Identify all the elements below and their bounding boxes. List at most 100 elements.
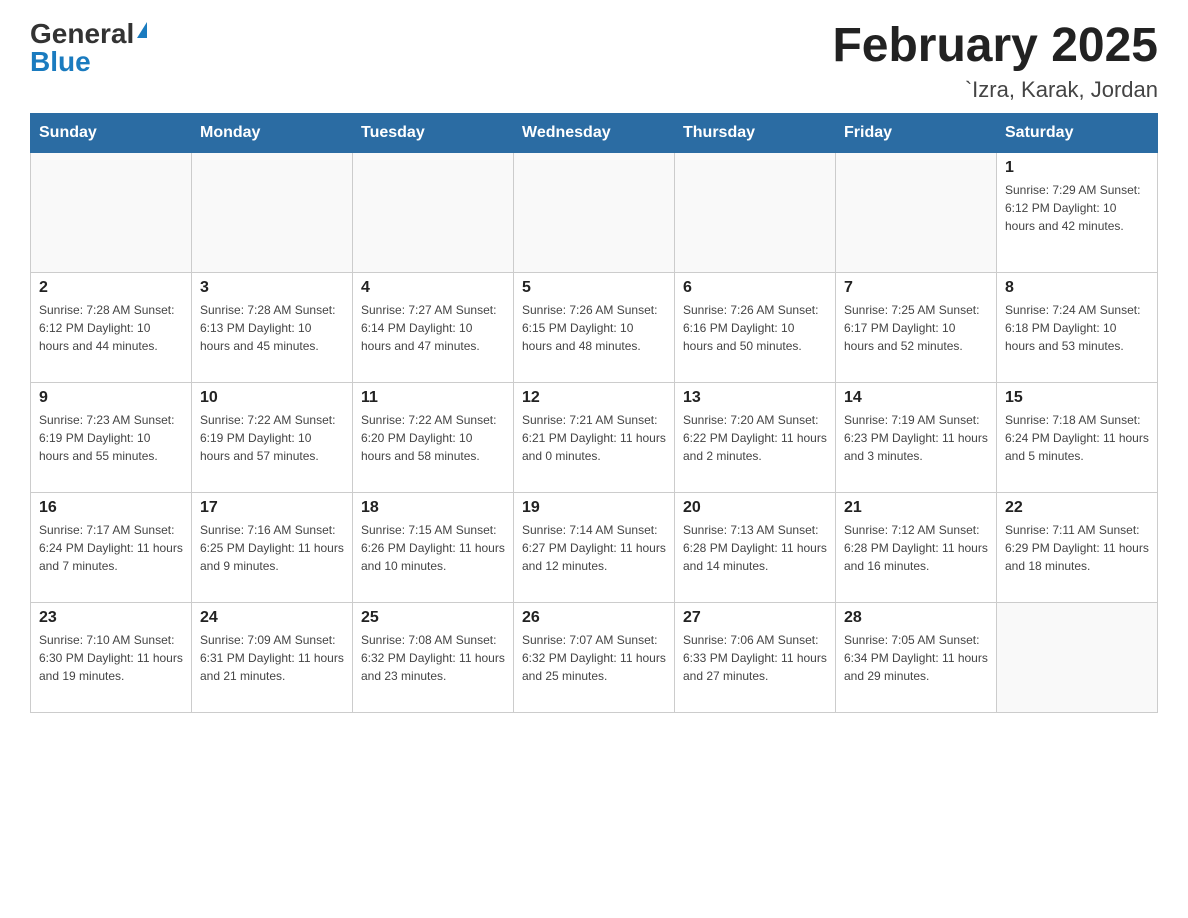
day-info: Sunrise: 7:23 AM Sunset: 6:19 PM Dayligh… xyxy=(39,411,183,465)
day-number: 8 xyxy=(1005,279,1149,297)
day-info: Sunrise: 7:10 AM Sunset: 6:30 PM Dayligh… xyxy=(39,631,183,685)
calendar-week-1: 1 Sunrise: 7:29 AM Sunset: 6:12 PM Daylig… xyxy=(31,152,1158,272)
day-info: Sunrise: 7:06 AM Sunset: 6:33 PM Dayligh… xyxy=(683,631,827,685)
calendar-cell: 24 Sunrise: 7:09 AM Sunset: 6:31 PM Dayli… xyxy=(192,602,353,712)
day-number: 27 xyxy=(683,609,827,627)
day-number: 28 xyxy=(844,609,988,627)
calendar-cell: 18 Sunrise: 7:15 AM Sunset: 6:26 PM Dayli… xyxy=(353,492,514,602)
day-info: Sunrise: 7:28 AM Sunset: 6:12 PM Dayligh… xyxy=(39,301,183,355)
day-number: 22 xyxy=(1005,499,1149,517)
day-number: 10 xyxy=(200,389,344,407)
day-info: Sunrise: 7:12 AM Sunset: 6:28 PM Dayligh… xyxy=(844,521,988,575)
calendar-cell: 12Sunrise: 7:21 AM Sunset: 6:21 PM Dayli… xyxy=(514,382,675,492)
day-number: 25 xyxy=(361,609,505,627)
calendar-cell: 25 Sunrise: 7:08 AM Sunset: 6:32 PM Dayli… xyxy=(353,602,514,712)
calendar-cell: 2 Sunrise: 7:28 AM Sunset: 6:12 PM Daylig… xyxy=(31,272,192,382)
day-info: Sunrise: 7:22 AM Sunset: 6:20 PM Dayligh… xyxy=(361,411,505,465)
logo: General Blue xyxy=(30,20,147,76)
calendar-cell: 17 Sunrise: 7:16 AM Sunset: 6:25 PM Dayli… xyxy=(192,492,353,602)
day-number: 18 xyxy=(361,499,505,517)
calendar-cell: 6 Sunrise: 7:26 AM Sunset: 6:16 PM Daylig… xyxy=(675,272,836,382)
day-number: 9 xyxy=(39,389,183,407)
day-info: Sunrise: 7:13 AM Sunset: 6:28 PM Dayligh… xyxy=(683,521,827,575)
day-info: Sunrise: 7:22 AM Sunset: 6:19 PM Dayligh… xyxy=(200,411,344,465)
calendar-cell: 19Sunrise: 7:14 AM Sunset: 6:27 PM Dayli… xyxy=(514,492,675,602)
calendar-cell xyxy=(675,152,836,272)
calendar-cell: 5Sunrise: 7:26 AM Sunset: 6:15 PM Daylig… xyxy=(514,272,675,382)
day-number: 19 xyxy=(522,499,666,517)
calendar-week-5: 23 Sunrise: 7:10 AM Sunset: 6:30 PM Dayli… xyxy=(31,602,1158,712)
calendar-cell: 28 Sunrise: 7:05 AM Sunset: 6:34 PM Dayli… xyxy=(836,602,997,712)
day-number: 1 xyxy=(1005,159,1149,177)
logo-triangle-icon xyxy=(137,22,147,38)
day-number: 20 xyxy=(683,499,827,517)
page-header: General Blue February 2025 `Izra, Karak,… xyxy=(30,20,1158,103)
day-number: 6 xyxy=(683,279,827,297)
location-title: `Izra, Karak, Jordan xyxy=(832,77,1158,103)
calendar-cell: 10 Sunrise: 7:22 AM Sunset: 6:19 PM Dayli… xyxy=(192,382,353,492)
day-info: Sunrise: 7:26 AM Sunset: 6:15 PM Dayligh… xyxy=(522,301,666,355)
month-title: February 2025 xyxy=(832,20,1158,73)
calendar-cell: 27 Sunrise: 7:06 AM Sunset: 6:33 PM Dayli… xyxy=(675,602,836,712)
day-info: Sunrise: 7:09 AM Sunset: 6:31 PM Dayligh… xyxy=(200,631,344,685)
calendar-cell: 9 Sunrise: 7:23 AM Sunset: 6:19 PM Daylig… xyxy=(31,382,192,492)
day-info: Sunrise: 7:16 AM Sunset: 6:25 PM Dayligh… xyxy=(200,521,344,575)
calendar-week-2: 2 Sunrise: 7:28 AM Sunset: 6:12 PM Daylig… xyxy=(31,272,1158,382)
calendar-cell: 3 Sunrise: 7:28 AM Sunset: 6:13 PM Daylig… xyxy=(192,272,353,382)
calendar-cell: 1 Sunrise: 7:29 AM Sunset: 6:12 PM Daylig… xyxy=(997,152,1158,272)
calendar-cell: 11 Sunrise: 7:22 AM Sunset: 6:20 PM Dayli… xyxy=(353,382,514,492)
day-number: 24 xyxy=(200,609,344,627)
day-info: Sunrise: 7:05 AM Sunset: 6:34 PM Dayligh… xyxy=(844,631,988,685)
calendar-week-4: 16 Sunrise: 7:17 AM Sunset: 6:24 PM Dayli… xyxy=(31,492,1158,602)
calendar-cell: 7 Sunrise: 7:25 AM Sunset: 6:17 PM Daylig… xyxy=(836,272,997,382)
day-number: 17 xyxy=(200,499,344,517)
day-info: Sunrise: 7:08 AM Sunset: 6:32 PM Dayligh… xyxy=(361,631,505,685)
calendar-week-3: 9 Sunrise: 7:23 AM Sunset: 6:19 PM Daylig… xyxy=(31,382,1158,492)
calendar-cell: 26Sunrise: 7:07 AM Sunset: 6:32 PM Dayli… xyxy=(514,602,675,712)
day-info: Sunrise: 7:11 AM Sunset: 6:29 PM Dayligh… xyxy=(1005,521,1149,575)
title-block: February 2025 `Izra, Karak, Jordan xyxy=(832,20,1158,103)
day-info: Sunrise: 7:19 AM Sunset: 6:23 PM Dayligh… xyxy=(844,411,988,465)
calendar-cell xyxy=(31,152,192,272)
day-number: 16 xyxy=(39,499,183,517)
day-info: Sunrise: 7:18 AM Sunset: 6:24 PM Dayligh… xyxy=(1005,411,1149,465)
day-info: Sunrise: 7:26 AM Sunset: 6:16 PM Dayligh… xyxy=(683,301,827,355)
calendar-cell: 14 Sunrise: 7:19 AM Sunset: 6:23 PM Dayli… xyxy=(836,382,997,492)
calendar-cell xyxy=(353,152,514,272)
day-header-wednesday: Wednesday xyxy=(514,113,675,152)
day-info: Sunrise: 7:15 AM Sunset: 6:26 PM Dayligh… xyxy=(361,521,505,575)
day-number: 7 xyxy=(844,279,988,297)
day-header-saturday: Saturday xyxy=(997,113,1158,152)
day-number: 3 xyxy=(200,279,344,297)
logo-general-text: General xyxy=(30,20,134,48)
calendar-cell xyxy=(836,152,997,272)
day-info: Sunrise: 7:24 AM Sunset: 6:18 PM Dayligh… xyxy=(1005,301,1149,355)
day-number: 26 xyxy=(522,609,666,627)
day-info: Sunrise: 7:28 AM Sunset: 6:13 PM Dayligh… xyxy=(200,301,344,355)
day-number: 11 xyxy=(361,389,505,407)
day-info: Sunrise: 7:20 AM Sunset: 6:22 PM Dayligh… xyxy=(683,411,827,465)
day-info: Sunrise: 7:17 AM Sunset: 6:24 PM Dayligh… xyxy=(39,521,183,575)
calendar-table: SundayMondayTuesdayWednesdayThursdayFrid… xyxy=(30,113,1158,713)
day-header-friday: Friday xyxy=(836,113,997,152)
day-number: 14 xyxy=(844,389,988,407)
day-number: 15 xyxy=(1005,389,1149,407)
day-number: 13 xyxy=(683,389,827,407)
calendar-cell: 23 Sunrise: 7:10 AM Sunset: 6:30 PM Dayli… xyxy=(31,602,192,712)
calendar-header-row: SundayMondayTuesdayWednesdayThursdayFrid… xyxy=(31,113,1158,152)
calendar-cell: 21 Sunrise: 7:12 AM Sunset: 6:28 PM Dayli… xyxy=(836,492,997,602)
calendar-cell xyxy=(192,152,353,272)
calendar-cell: 16 Sunrise: 7:17 AM Sunset: 6:24 PM Dayli… xyxy=(31,492,192,602)
logo-blue-text: Blue xyxy=(30,48,91,76)
calendar-cell xyxy=(514,152,675,272)
calendar-cell: 4 Sunrise: 7:27 AM Sunset: 6:14 PM Daylig… xyxy=(353,272,514,382)
day-number: 2 xyxy=(39,279,183,297)
day-info: Sunrise: 7:25 AM Sunset: 6:17 PM Dayligh… xyxy=(844,301,988,355)
day-number: 21 xyxy=(844,499,988,517)
day-info: Sunrise: 7:27 AM Sunset: 6:14 PM Dayligh… xyxy=(361,301,505,355)
day-number: 4 xyxy=(361,279,505,297)
day-header-sunday: Sunday xyxy=(31,113,192,152)
day-info: Sunrise: 7:29 AM Sunset: 6:12 PM Dayligh… xyxy=(1005,181,1149,235)
day-number: 23 xyxy=(39,609,183,627)
calendar-cell: 13 Sunrise: 7:20 AM Sunset: 6:22 PM Dayli… xyxy=(675,382,836,492)
